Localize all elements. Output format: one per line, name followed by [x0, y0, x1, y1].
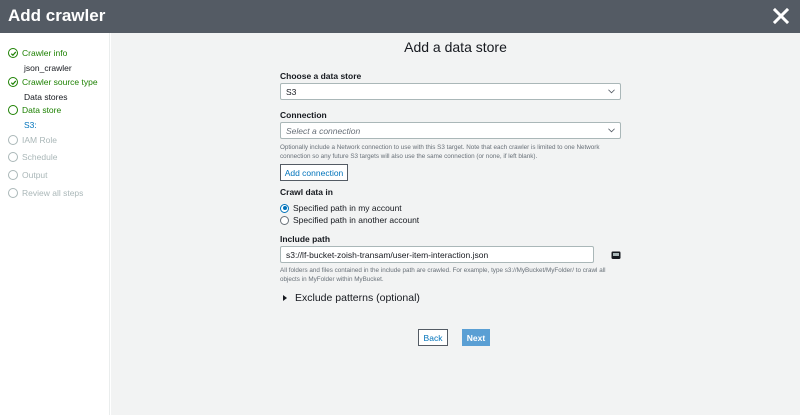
radio-another-account[interactable]: Specified path in another account: [280, 215, 419, 225]
step-label: Crawler info: [22, 48, 68, 58]
crawl-data-in-label: Crawl data in: [280, 187, 333, 197]
radio-button[interactable]: [280, 215, 289, 225]
current-step-circle-icon: [8, 105, 18, 115]
next-button[interactable]: Next: [462, 329, 490, 346]
back-button[interactable]: Back: [418, 329, 448, 346]
wizard-steps-sidebar: Crawler info json_crawler Crawler source…: [0, 33, 110, 415]
include-path-help-text: All folders and files contained in the i…: [280, 267, 606, 283]
step-crawler-info[interactable]: Crawler info: [8, 48, 67, 58]
close-icon[interactable]: [772, 7, 790, 25]
chevron-down-icon: [608, 128, 615, 133]
include-path-value: s3://lf-bucket-zoish-transam/user-item-i…: [286, 250, 489, 260]
step-label: Data store: [22, 105, 62, 115]
data-store-value: S3: [286, 87, 297, 97]
radio-label: Specified path in another account: [293, 215, 420, 225]
connection-placeholder: Select a connection: [286, 126, 361, 136]
step-label: Review all steps: [22, 188, 84, 198]
include-path-input[interactable]: s3://lf-bucket-zoish-transam/user-item-i…: [280, 246, 594, 263]
step-label: Crawler source type: [22, 77, 98, 87]
step-iam-role: IAM Role: [8, 135, 57, 145]
main-content: Add a data store Choose a data store S3 …: [111, 33, 800, 415]
page-title: Add a data store: [404, 39, 507, 55]
add-connection-button[interactable]: Add connection: [280, 164, 348, 181]
modal-header: Add crawler: [0, 0, 800, 33]
step-data-store[interactable]: Data store: [8, 105, 61, 115]
step-detail: Data stores: [24, 92, 68, 102]
check-circle-icon: [8, 48, 18, 58]
step-crawler-source-type[interactable]: Crawler source type: [8, 77, 98, 87]
step-label: Output: [22, 170, 48, 180]
exclude-patterns-toggle[interactable]: Exclude patterns (optional): [283, 292, 420, 304]
step-schedule: Schedule: [8, 152, 57, 162]
step-output: Output: [8, 170, 48, 180]
radio-label: Specified path in my account: [293, 203, 402, 213]
connection-select[interactable]: Select a connection: [280, 122, 621, 139]
chevron-down-icon: [608, 89, 615, 94]
modal-title: Add crawler: [8, 6, 106, 25]
step-label: Schedule: [22, 152, 58, 162]
step-detail-link[interactable]: S3:: [24, 120, 37, 130]
caret-right-icon: [283, 295, 287, 301]
folder-browse-icon[interactable]: [611, 250, 621, 260]
connection-help-text: Optionally include a Network connection …: [280, 144, 600, 160]
step-label: IAM Role: [22, 135, 57, 145]
radio-my-account[interactable]: Specified path in my account: [280, 203, 402, 213]
data-store-select[interactable]: S3: [280, 83, 621, 100]
empty-circle-icon: [8, 188, 18, 198]
empty-circle-icon: [8, 170, 18, 180]
exclude-patterns-label: Exclude patterns (optional): [295, 292, 420, 304]
radio-button[interactable]: [280, 203, 289, 213]
data-store-label: Choose a data store: [280, 71, 362, 81]
step-review-all-steps: Review all steps: [8, 188, 83, 198]
empty-circle-icon: [8, 152, 18, 162]
empty-circle-icon: [8, 135, 18, 145]
include-path-label: Include path: [280, 234, 331, 244]
step-detail: json_crawler: [24, 63, 72, 73]
connection-label: Connection: [280, 110, 327, 120]
check-circle-icon: [8, 77, 18, 87]
